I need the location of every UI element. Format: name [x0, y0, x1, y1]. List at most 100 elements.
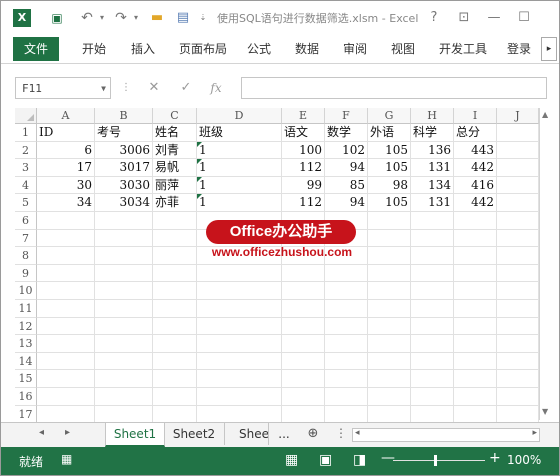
row-header-15[interactable]: 15	[15, 370, 37, 388]
cell-d17[interactable]	[197, 405, 282, 424]
cell-h10[interactable]	[411, 282, 454, 300]
horizontal-scrollbar[interactable]: ◂ ▸	[352, 428, 540, 442]
cell-g11[interactable]	[368, 300, 411, 318]
cell-j11[interactable]	[497, 300, 539, 318]
cell-j17[interactable]	[497, 405, 539, 424]
cell-h2[interactable]: 136	[411, 141, 454, 160]
row-header-3[interactable]: 3	[15, 159, 37, 177]
column-header-a[interactable]: A	[37, 108, 95, 124]
cell-c1[interactable]: 姓名	[153, 124, 197, 142]
cell-c3[interactable]: 易帆	[153, 159, 197, 177]
undo-icon[interactable]: ↶	[77, 9, 97, 27]
tab-page-layout[interactable]: 页面布局	[179, 39, 227, 59]
cell-d13[interactable]	[197, 335, 282, 353]
cell-i12[interactable]	[454, 317, 497, 336]
tab-file[interactable]: 文件	[13, 37, 59, 61]
cell-a3[interactable]: 17	[37, 159, 95, 177]
cell-c12[interactable]	[153, 317, 197, 336]
cell-a12[interactable]	[37, 317, 95, 336]
cell-g16[interactable]	[368, 388, 411, 406]
cell-b3[interactable]: 3017	[95, 159, 153, 177]
cell-f4[interactable]: 85	[325, 176, 368, 195]
cell-e5[interactable]: 112	[282, 194, 325, 212]
cell-i16[interactable]	[454, 388, 497, 406]
row-header-2[interactable]: 2	[15, 141, 37, 160]
page-break-view-icon[interactable]: ◨	[353, 452, 366, 468]
zoom-out-button[interactable]: —	[381, 450, 395, 466]
column-header-h[interactable]: H	[411, 108, 454, 124]
cell-j3[interactable]	[497, 159, 539, 177]
cell-h16[interactable]	[411, 388, 454, 406]
row-header-16[interactable]: 16	[15, 388, 37, 406]
row-header-5[interactable]: 5	[15, 194, 37, 212]
column-header-i[interactable]: I	[454, 108, 497, 124]
cell-h1[interactable]: 科学	[411, 124, 454, 142]
cell-b10[interactable]	[95, 282, 153, 300]
cell-d11[interactable]	[197, 300, 282, 318]
zoom-slider[interactable]	[393, 460, 485, 461]
cell-b12[interactable]	[95, 317, 153, 336]
cell-e10[interactable]	[282, 282, 325, 300]
cell-h13[interactable]	[411, 335, 454, 353]
cell-d2[interactable]: 1	[197, 141, 282, 160]
cell-e15[interactable]	[282, 370, 325, 388]
cell-j9[interactable]	[497, 264, 539, 283]
column-header-g[interactable]: G	[368, 108, 411, 124]
row-header-4[interactable]: 4	[15, 176, 37, 195]
cell-i9[interactable]	[454, 264, 497, 283]
cell-a5[interactable]: 34	[37, 194, 95, 212]
tab-developer[interactable]: 开发工具	[439, 39, 487, 59]
cell-b17[interactable]	[95, 405, 153, 424]
cell-a16[interactable]	[37, 388, 95, 406]
cell-i7[interactable]	[454, 229, 497, 248]
row-header-11[interactable]: 11	[15, 300, 37, 318]
cell-d1[interactable]: 班级	[197, 124, 282, 142]
next-sheet-icon[interactable]: ▸	[65, 427, 70, 438]
cell-i10[interactable]	[454, 282, 497, 300]
cell-g14[interactable]	[368, 352, 411, 371]
cell-a4[interactable]: 30	[37, 176, 95, 195]
scroll-right-icon[interactable]: ▸	[532, 428, 537, 438]
cell-i6[interactable]	[454, 212, 497, 230]
cell-a6[interactable]	[37, 212, 95, 230]
cell-i5[interactable]: 442	[454, 194, 497, 212]
cell-j16[interactable]	[497, 388, 539, 406]
row-header-13[interactable]: 13	[15, 335, 37, 353]
cell-a14[interactable]	[37, 352, 95, 371]
cell-g9[interactable]	[368, 264, 411, 283]
row-header-9[interactable]: 9	[15, 264, 37, 283]
column-header-d[interactable]: D	[197, 108, 282, 124]
cell-j7[interactable]	[497, 229, 539, 248]
cell-h7[interactable]	[411, 229, 454, 248]
cell-i3[interactable]: 442	[454, 159, 497, 177]
cell-e12[interactable]	[282, 317, 325, 336]
tab-view[interactable]: 视图	[391, 39, 415, 59]
cell-f9[interactable]	[325, 264, 368, 283]
cell-e17[interactable]	[282, 405, 325, 424]
insert-function-icon[interactable]: fx	[207, 79, 225, 97]
cell-f12[interactable]	[325, 317, 368, 336]
cell-e2[interactable]: 100	[282, 141, 325, 160]
cell-b7[interactable]	[95, 229, 153, 248]
cell-j10[interactable]	[497, 282, 539, 300]
cell-g17[interactable]	[368, 405, 411, 424]
name-box-dropdown-icon[interactable]: ▼	[101, 78, 106, 100]
column-header-f[interactable]: F	[325, 108, 368, 124]
zoom-slider-thumb[interactable]	[434, 455, 437, 466]
cell-d15[interactable]	[197, 370, 282, 388]
cell-h6[interactable]	[411, 212, 454, 230]
custom-macro-icon[interactable]: ▤	[173, 9, 193, 27]
cell-i15[interactable]	[454, 370, 497, 388]
cell-g1[interactable]: 外语	[368, 124, 411, 142]
cell-f14[interactable]	[325, 352, 368, 371]
cell-c16[interactable]	[153, 388, 197, 406]
cell-c14[interactable]	[153, 352, 197, 371]
cell-b1[interactable]: 考号	[95, 124, 153, 142]
cell-g4[interactable]: 98	[368, 176, 411, 195]
row-header-10[interactable]: 10	[15, 282, 37, 300]
sheet-tab-2[interactable]: Sheet2	[164, 423, 225, 445]
cell-h4[interactable]: 134	[411, 176, 454, 195]
cell-e4[interactable]: 99	[282, 176, 325, 195]
minimize-button[interactable]: —	[483, 8, 505, 28]
cell-f13[interactable]	[325, 335, 368, 353]
